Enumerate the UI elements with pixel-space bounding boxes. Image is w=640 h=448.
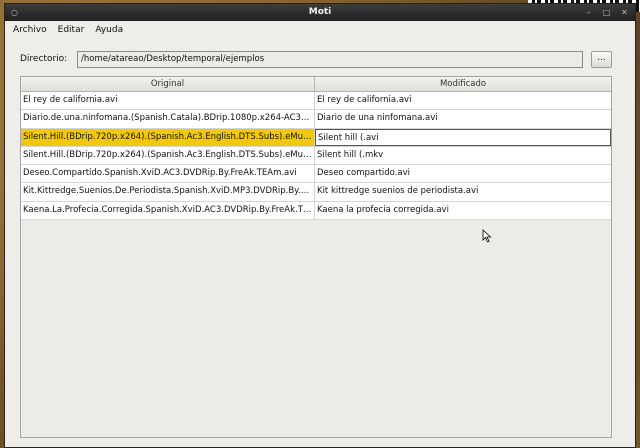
cell-modified[interactable]: Kaena la profecia corregida.avi (315, 202, 611, 219)
mouse-cursor-icon (482, 229, 492, 243)
header-modified[interactable]: Modificado (315, 77, 611, 91)
cell-modified[interactable]: Silent hill (.mkv (315, 147, 611, 164)
cell-modified-editing[interactable]: Silent hill (.avi (315, 128, 611, 146)
table-row-selected[interactable]: Silent.Hill.(BDrip.720p.x264).(Spanish.A… (21, 128, 611, 147)
cell-original[interactable]: Deseo.Compartido.Spanish.XviD.AC3.DVDRip… (21, 165, 315, 183)
cell-original[interactable]: Silent.Hill.(BDrip.720p.x264).(Spanish.A… (21, 128, 315, 146)
cell-original[interactable]: El rey de california.avi (21, 92, 315, 110)
browse-button[interactable]: ... (591, 51, 612, 68)
menu-archivo[interactable]: Archivo (13, 25, 47, 35)
cell-modified[interactable]: Diario de una ninfomana.avi (315, 110, 611, 127)
directory-label: Directorio: (20, 54, 68, 64)
close-icon[interactable]: ✕ (619, 7, 630, 18)
menu-editar[interactable]: Editar (58, 25, 85, 35)
cell-original[interactable]: Diario.de.una.ninfomana.(Spanish.Catala)… (21, 110, 315, 128)
minimize-icon[interactable]: – (583, 7, 594, 18)
directory-row: Directorio: /home/atareao/Desktop/tempor… (20, 51, 612, 69)
table-row[interactable]: El rey de california.avi El rey de calif… (21, 92, 611, 111)
files-table: Original Modificado El rey de california… (20, 76, 612, 438)
window-title: Moti (308, 7, 332, 17)
header-original[interactable]: Original (21, 77, 315, 91)
table-row[interactable]: Diario.de.una.ninfomana.(Spanish.Catala)… (21, 110, 611, 129)
cell-original[interactable]: Kit.Kittredge.Suenios.De.Periodista.Span… (21, 183, 315, 201)
directory-input[interactable]: /home/atareao/Desktop/temporal/ejemplos (77, 51, 583, 68)
menu-bar: Archivo Editar Ayuda (5, 21, 635, 39)
maximize-icon[interactable]: □ (601, 7, 612, 18)
cell-original[interactable]: Kaena.La.Profecia.Corregida.Spanish.XviD… (21, 201, 315, 220)
cell-modified[interactable]: El rey de california.avi (315, 92, 611, 109)
title-bar[interactable]: ○ Moti – □ ✕ (5, 4, 635, 21)
table-row[interactable]: Kit.Kittredge.Suenios.De.Periodista.Span… (21, 183, 611, 202)
menu-ayuda[interactable]: Ayuda (95, 25, 123, 35)
table-row[interactable]: Silent.Hill.(BDrip.720p.x264).(Spanish.A… (21, 146, 611, 166)
table-row[interactable]: Kaena.La.Profecia.Corregida.Spanish.XviD… (21, 201, 611, 221)
table-row[interactable]: Deseo.Compartido.Spanish.XviD.AC3.DVDRip… (21, 165, 611, 184)
cell-modified[interactable]: Kit kittredge suenios de periodista.avi (315, 183, 611, 200)
cell-original[interactable]: Silent.Hill.(BDrip.720p.x264).(Spanish.A… (21, 146, 315, 165)
table-header: Original Modificado (21, 77, 611, 92)
cell-modified[interactable]: Deseo compartido.avi (315, 165, 611, 182)
